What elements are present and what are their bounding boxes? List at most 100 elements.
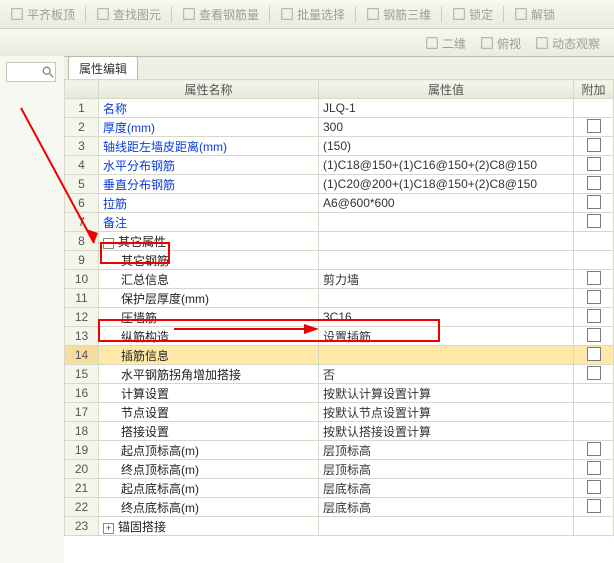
property-value-cell[interactable]: 层底标高: [319, 498, 574, 517]
table-row[interactable]: 16计算设置按默认计算设置计算: [65, 384, 614, 403]
table-row[interactable]: 22终点底标高(m)层底标高: [65, 498, 614, 517]
table-row[interactable]: 12压墙筋3C16: [65, 308, 614, 327]
property-value-cell[interactable]: 按默认节点设置计算: [319, 403, 574, 422]
toolbar-button[interactable]: 平齐板顶: [6, 5, 79, 24]
property-value-cell[interactable]: (150): [319, 137, 574, 156]
extra-cell[interactable]: [574, 213, 614, 232]
checkbox-icon[interactable]: [587, 461, 601, 475]
property-name-cell[interactable]: 水平钢筋拐角增加搭接: [99, 365, 319, 384]
property-name-cell[interactable]: 压墙筋: [99, 308, 319, 327]
table-row[interactable]: 3轴线距左墙皮距离(mm)(150): [65, 137, 614, 156]
table-row[interactable]: 15水平钢筋拐角增加搭接否: [65, 365, 614, 384]
checkbox-icon[interactable]: [587, 214, 601, 228]
extra-cell[interactable]: [574, 365, 614, 384]
property-value-cell[interactable]: [319, 232, 574, 251]
extra-cell[interactable]: [574, 156, 614, 175]
property-value-cell[interactable]: 否: [319, 365, 574, 384]
toolbar-button[interactable]: 查看钢筋量: [178, 5, 263, 24]
property-name-cell[interactable]: 汇总信息: [99, 270, 319, 289]
tab-property-edit[interactable]: 属性编辑: [68, 56, 138, 80]
property-name-cell[interactable]: 计算设置: [99, 384, 319, 403]
table-row[interactable]: 21起点底标高(m)层底标高: [65, 479, 614, 498]
table-row[interactable]: 1名称JLQ-1: [65, 99, 614, 118]
checkbox-icon[interactable]: [587, 499, 601, 513]
extra-cell[interactable]: [574, 346, 614, 365]
extra-cell[interactable]: [574, 232, 614, 251]
extra-cell[interactable]: [574, 175, 614, 194]
property-value-cell[interactable]: 层顶标高: [319, 441, 574, 460]
checkbox-icon[interactable]: [587, 138, 601, 152]
table-row[interactable]: 8-其它属性: [65, 232, 614, 251]
property-value-cell[interactable]: 按默认计算设置计算: [319, 384, 574, 403]
property-value-cell[interactable]: (1)C18@150+(1)C16@150+(2)C8@150: [319, 156, 574, 175]
property-value-cell[interactable]: 层底标高: [319, 479, 574, 498]
toolbar-button[interactable]: 解锁: [510, 5, 559, 24]
col-header-value[interactable]: 属性值: [319, 80, 574, 99]
toolbar-button[interactable]: 查找图元: [92, 5, 165, 24]
property-value-cell[interactable]: [319, 289, 574, 308]
toolbar-button[interactable]: 批量选择: [276, 5, 349, 24]
property-name-cell[interactable]: 保护层厚度(mm): [99, 289, 319, 308]
table-row[interactable]: 18搭接设置按默认搭接设置计算: [65, 422, 614, 441]
property-value-cell[interactable]: [319, 517, 574, 536]
checkbox-icon[interactable]: [587, 480, 601, 494]
extra-cell[interactable]: [574, 441, 614, 460]
table-row[interactable]: 9其它钢筋: [65, 251, 614, 270]
extra-cell[interactable]: [574, 327, 614, 346]
search-box[interactable]: [6, 62, 56, 82]
extra-cell[interactable]: [574, 498, 614, 517]
col-header-name[interactable]: 属性名称: [99, 80, 319, 99]
property-value-cell[interactable]: 按默认搭接设置计算: [319, 422, 574, 441]
property-name-cell[interactable]: 终点底标高(m): [99, 498, 319, 517]
property-name-cell[interactable]: 终点顶标高(m): [99, 460, 319, 479]
property-name-cell[interactable]: 水平分布钢筋: [99, 156, 319, 175]
checkbox-icon[interactable]: [587, 157, 601, 171]
extra-cell[interactable]: [574, 403, 614, 422]
property-name-cell[interactable]: 厚度(mm): [99, 118, 319, 137]
toolbar-button[interactable]: 锁定: [448, 5, 497, 24]
property-value-cell[interactable]: [319, 346, 574, 365]
extra-cell[interactable]: [574, 479, 614, 498]
checkbox-icon[interactable]: [587, 290, 601, 304]
property-name-cell[interactable]: 备注: [99, 213, 319, 232]
table-row[interactable]: 23+锚固搭接: [65, 517, 614, 536]
checkbox-icon[interactable]: [587, 176, 601, 190]
property-value-cell[interactable]: 设置插筋: [319, 327, 574, 346]
checkbox-icon[interactable]: [587, 328, 601, 342]
property-name-cell[interactable]: +锚固搭接: [99, 517, 319, 536]
property-name-cell[interactable]: 纵筋构造: [99, 327, 319, 346]
table-row[interactable]: 6拉筋A6@600*600: [65, 194, 614, 213]
extra-cell[interactable]: [574, 517, 614, 536]
checkbox-icon[interactable]: [587, 442, 601, 456]
property-name-cell[interactable]: -其它属性: [99, 232, 319, 251]
table-row[interactable]: 13纵筋构造设置插筋: [65, 327, 614, 346]
table-row[interactable]: 5垂直分布钢筋(1)C20@200+(1)C18@150+(2)C8@150: [65, 175, 614, 194]
property-name-cell[interactable]: 搭接设置: [99, 422, 319, 441]
property-name-cell[interactable]: 名称: [99, 99, 319, 118]
table-row[interactable]: 19起点顶标高(m)层顶标高: [65, 441, 614, 460]
expander-icon[interactable]: +: [103, 523, 114, 534]
extra-cell[interactable]: [574, 289, 614, 308]
extra-cell[interactable]: [574, 137, 614, 156]
table-row[interactable]: 14插筋信息: [65, 346, 614, 365]
toolbar-button[interactable]: 二维: [421, 34, 470, 53]
property-name-cell[interactable]: 起点底标高(m): [99, 479, 319, 498]
toolbar-button[interactable]: 俯视: [476, 34, 525, 53]
property-name-cell[interactable]: 拉筋: [99, 194, 319, 213]
table-row[interactable]: 20终点顶标高(m)层顶标高: [65, 460, 614, 479]
property-value-cell[interactable]: (1)C20@200+(1)C18@150+(2)C8@150: [319, 175, 574, 194]
extra-cell[interactable]: [574, 270, 614, 289]
property-value-cell[interactable]: [319, 213, 574, 232]
toolbar-button[interactable]: 钢筋三维: [362, 5, 435, 24]
extra-cell[interactable]: [574, 251, 614, 270]
table-row[interactable]: 17节点设置按默认节点设置计算: [65, 403, 614, 422]
checkbox-icon[interactable]: [587, 366, 601, 380]
checkbox-icon[interactable]: [587, 271, 601, 285]
extra-cell[interactable]: [574, 460, 614, 479]
col-header-extra[interactable]: 附加: [574, 80, 614, 99]
property-value-cell[interactable]: 层顶标高: [319, 460, 574, 479]
property-name-cell[interactable]: 垂直分布钢筋: [99, 175, 319, 194]
table-row[interactable]: 4水平分布钢筋(1)C18@150+(1)C16@150+(2)C8@150: [65, 156, 614, 175]
table-row[interactable]: 10汇总信息剪力墙: [65, 270, 614, 289]
extra-cell[interactable]: [574, 99, 614, 118]
